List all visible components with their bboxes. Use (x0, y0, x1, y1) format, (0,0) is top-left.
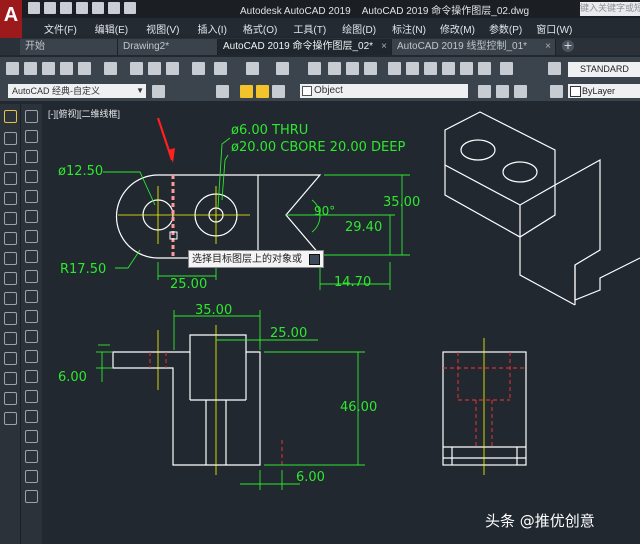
tooltip-text: 选择目标图层上的对象或 (192, 254, 302, 265)
dim-35-right[interactable]: 35.00 (383, 195, 420, 210)
dim-6-bottom[interactable]: 6.00 (296, 470, 325, 485)
dim-r17-5[interactable]: R17.50 (60, 262, 106, 277)
top-view-centerlines (118, 186, 250, 244)
dim-dia-12-5[interactable]: ø12.50 (58, 164, 103, 179)
dim-cbore[interactable]: ø20.00 CBORE 20.00 DEEP (231, 140, 405, 155)
red-arrow-head (168, 148, 175, 163)
side-view (442, 351, 527, 466)
dim-angle-90[interactable]: 90° (314, 204, 335, 218)
v-notch-outline (258, 174, 322, 259)
dim-6-left[interactable]: 6.00 (58, 370, 87, 385)
dim-25-front[interactable]: 25.00 (270, 326, 307, 341)
isometric-view (444, 111, 640, 306)
watermark: 头条 @推优创意 (485, 512, 595, 530)
tooltip-options-icon[interactable] (309, 254, 320, 265)
command-tooltip: 选择目标图层上的对象或 (188, 250, 324, 268)
side-view-outline (442, 351, 527, 466)
front-view (112, 334, 261, 466)
dim-29-4[interactable]: 29.40 (345, 220, 382, 235)
dim-thru-hole[interactable]: ø6.00 THRU (231, 123, 308, 138)
dim-46[interactable]: 46.00 (340, 400, 377, 415)
dim-25-top[interactable]: 25.00 (170, 277, 207, 292)
dim-35-front[interactable]: 35.00 (195, 303, 232, 318)
dim-14-7[interactable]: 14.70 (334, 275, 371, 290)
side-view-hidden (443, 352, 526, 447)
